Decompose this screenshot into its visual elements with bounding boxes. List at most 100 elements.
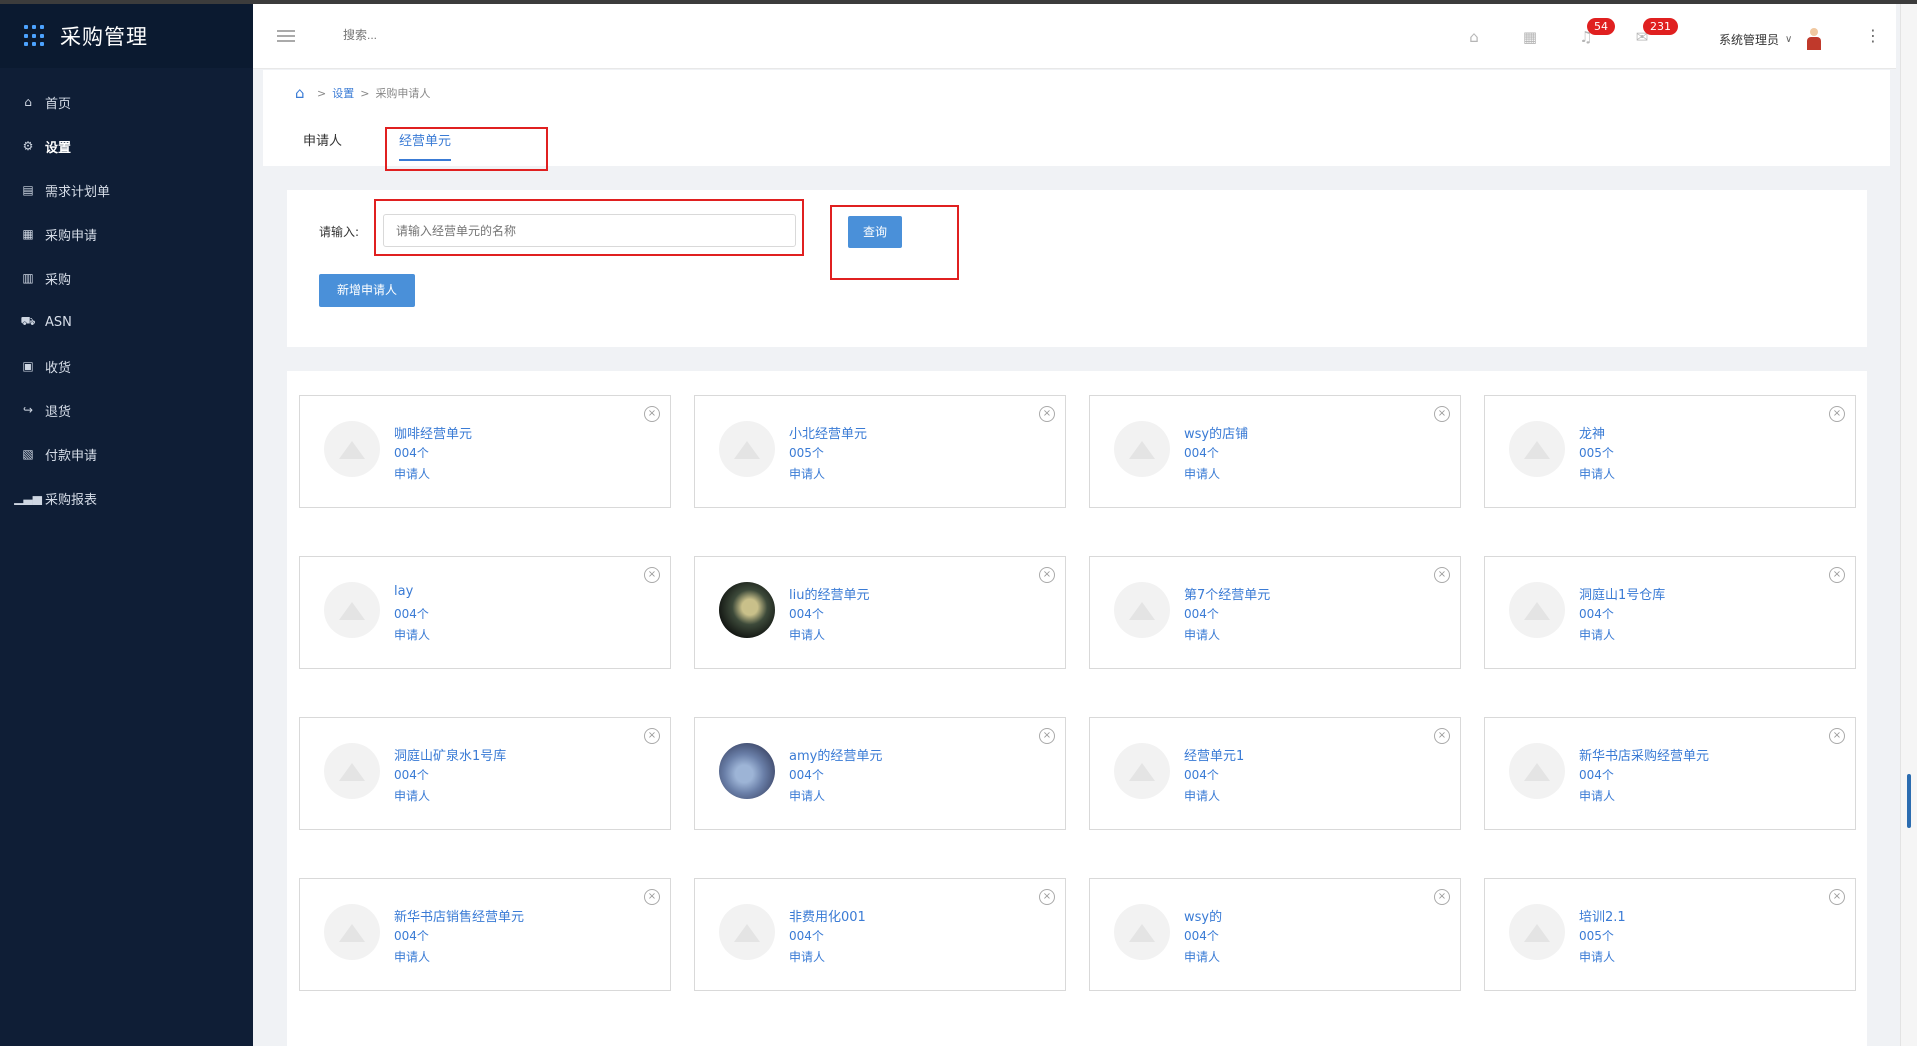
search-input[interactable] xyxy=(343,28,543,42)
unit-name[interactable]: wsy的 xyxy=(1184,906,1222,925)
close-icon[interactable]: × xyxy=(1829,406,1845,422)
grid-icon[interactable]: ▦ xyxy=(1521,28,1539,46)
close-icon[interactable]: × xyxy=(1829,567,1845,583)
business-unit-card[interactable]: 龙神 005个 申请人 × xyxy=(1484,395,1856,508)
unit-name[interactable]: lay xyxy=(394,584,413,599)
close-icon[interactable]: × xyxy=(1829,728,1845,744)
sidebar-item-label: ASN xyxy=(45,314,72,330)
unit-avatar xyxy=(324,582,380,638)
unit-name[interactable]: 小北经营单元 xyxy=(789,423,867,442)
close-icon[interactable]: × xyxy=(1039,406,1055,422)
image-placeholder-icon xyxy=(1524,761,1550,781)
breadcrumb-settings-link[interactable]: 设置 xyxy=(332,85,354,101)
unit-name[interactable]: 培训2.1 xyxy=(1579,906,1626,925)
menu-toggle-icon[interactable] xyxy=(277,30,295,42)
close-icon[interactable]: × xyxy=(644,728,660,744)
unit-name[interactable]: wsy的店铺 xyxy=(1184,423,1248,442)
vertical-scrollbar[interactable] xyxy=(1900,4,1917,1046)
mail-icon[interactable]: ✉ 231 xyxy=(1633,18,1678,46)
business-unit-card[interactable]: liu的经营单元 004个 申请人 × xyxy=(694,556,1066,669)
business-unit-card[interactable]: 经营单元1 004个申请人 × xyxy=(1089,717,1461,830)
sidebar: 采购管理 ⌂ 首页 ⚙ 设置 ▤ 需求计划单 ▦ 采购申请 ▥ 采购 ⛟ ASN… xyxy=(0,4,253,1046)
unit-name[interactable]: 新华书店采购经营单元 xyxy=(1579,745,1709,764)
business-unit-card[interactable]: 第7个经营单元 004个 申请人 × xyxy=(1089,556,1461,669)
sidebar-item-payment-request[interactable]: ▧ 付款申请 xyxy=(0,432,253,476)
close-icon[interactable]: × xyxy=(1434,567,1450,583)
applicant-label[interactable]: 申请人 xyxy=(1184,948,1220,965)
document-icon: ▤ xyxy=(22,183,34,197)
apps-grid-icon[interactable] xyxy=(24,25,46,47)
close-icon[interactable]: × xyxy=(1039,728,1055,744)
scrollbar-thumb[interactable] xyxy=(1903,774,1915,834)
bell-icon[interactable]: ♫ 54 xyxy=(1577,18,1615,46)
close-icon[interactable]: × xyxy=(1434,728,1450,744)
applicant-label[interactable]: 申请人 xyxy=(1184,626,1220,643)
more-vertical-icon[interactable]: ⋮ xyxy=(1865,26,1881,45)
unit-name[interactable]: 龙神 xyxy=(1579,423,1605,442)
applicant-label[interactable]: 申请人 xyxy=(394,465,430,482)
applicant-label[interactable]: 申请人 xyxy=(1579,787,1615,804)
home-icon[interactable]: ⌂ xyxy=(295,86,311,101)
sidebar-item-label: 付款申请 xyxy=(45,448,98,464)
sidebar-item-purchase-request[interactable]: ▦ 采购申请 xyxy=(0,212,253,256)
add-applicant-button[interactable]: 新增申请人 xyxy=(319,274,415,307)
unit-name[interactable]: liu的经营单元 xyxy=(789,584,869,603)
applicant-label[interactable]: 申请人 xyxy=(1184,465,1220,482)
close-icon[interactable]: × xyxy=(644,889,660,905)
close-icon[interactable]: × xyxy=(1829,889,1845,905)
applicant-label[interactable]: 申请人 xyxy=(1579,465,1615,482)
close-icon[interactable]: × xyxy=(644,567,660,583)
sidebar-item-purchase[interactable]: ▥ 采购 xyxy=(0,256,253,300)
applicant-count: 004个 xyxy=(1184,768,1219,782)
unit-name[interactable]: 新华书店销售经营单元 xyxy=(394,906,524,925)
sidebar-item-asn[interactable]: ⛟ ASN xyxy=(0,300,253,344)
unit-name[interactable]: 经营单元1 xyxy=(1184,745,1244,764)
tab-applicant[interactable]: 申请人 xyxy=(303,130,342,161)
applicant-count: 005个 xyxy=(1579,929,1614,943)
applicant-label[interactable]: 申请人 xyxy=(789,465,825,482)
user-menu[interactable]: 系统管理员 ∨ xyxy=(1719,28,1822,50)
breadcrumb: ⌂ > 设置 > 采购申请人 xyxy=(295,84,431,102)
business-unit-card[interactable]: amy的经营单元 004个 申请人 × xyxy=(694,717,1066,830)
applicant-label[interactable]: 申请人 xyxy=(394,626,430,643)
unit-avatar xyxy=(1509,743,1565,799)
business-unit-card[interactable]: 洞庭山矿泉水1号库 004个 申请人 × xyxy=(299,717,671,830)
sidebar-item-settings[interactable]: ⚙ 设置 xyxy=(0,124,253,168)
sidebar-item-home[interactable]: ⌂ 首页 xyxy=(0,80,253,124)
business-unit-card[interactable]: 洞庭山1号仓库 004个 申请人 × xyxy=(1484,556,1856,669)
business-unit-card[interactable]: 小北经营单元 005个 申请人 × xyxy=(694,395,1066,508)
sidebar-item-receiving[interactable]: ▣ 收货 xyxy=(0,344,253,388)
applicant-label[interactable]: 申请人 xyxy=(394,948,430,965)
close-icon[interactable]: × xyxy=(1434,406,1450,422)
sidebar-item-purchase-report[interactable]: ▁▃▅ 采购报表 xyxy=(0,476,253,520)
home-icon[interactable]: ⌂ xyxy=(1465,28,1483,46)
applicant-label[interactable]: 申请人 xyxy=(394,787,430,804)
business-unit-card[interactable]: 非费用化001 004个 申请人 × xyxy=(694,878,1066,991)
unit-name[interactable]: 第7个经营单元 xyxy=(1184,584,1270,603)
close-icon[interactable]: × xyxy=(1434,889,1450,905)
top-header: ⌂ ▦ ♫54 ✉ 231 系统管理员 ∨ ⋮ xyxy=(253,4,1896,69)
business-unit-card[interactable]: wsy的 004个 申请人 × xyxy=(1089,878,1461,991)
business-unit-card[interactable]: lay 004个 申请人 × xyxy=(299,556,671,669)
unit-name[interactable]: 非费用化001 xyxy=(789,906,866,925)
business-unit-card[interactable]: 新华书店销售经营单元 004个 申请人 × xyxy=(299,878,671,991)
business-unit-card[interactable]: 咖啡经营单元 004个 申请人 × xyxy=(299,395,671,508)
applicant-label[interactable]: 申请人 xyxy=(1579,948,1615,965)
applicant-label[interactable]: 申请人 xyxy=(789,787,825,804)
close-icon[interactable]: × xyxy=(644,406,660,422)
applicant-label[interactable]: 申请人 xyxy=(789,948,825,965)
unit-name[interactable]: amy的经营单元 xyxy=(789,745,882,764)
applicant-label[interactable]: 申请人 xyxy=(1579,626,1615,643)
sidebar-item-return[interactable]: ↪ 退货 xyxy=(0,388,253,432)
applicant-label[interactable]: 申请人 xyxy=(1184,787,1220,804)
applicant-label[interactable]: 申请人 xyxy=(789,626,825,643)
business-unit-card[interactable]: 新华书店采购经营单元 004个 申请人 × xyxy=(1484,717,1856,830)
business-unit-card[interactable]: wsy的店铺 004个 申请人 × xyxy=(1089,395,1461,508)
unit-name[interactable]: 洞庭山1号仓库 xyxy=(1579,584,1665,603)
close-icon[interactable]: × xyxy=(1039,889,1055,905)
unit-name[interactable]: 洞庭山矿泉水1号库 xyxy=(394,745,506,764)
sidebar-item-demand-plan[interactable]: ▤ 需求计划单 xyxy=(0,168,253,212)
close-icon[interactable]: × xyxy=(1039,567,1055,583)
unit-name[interactable]: 咖啡经营单元 xyxy=(394,423,472,442)
business-unit-card[interactable]: 培训2.1 005个申请人 × xyxy=(1484,878,1856,991)
